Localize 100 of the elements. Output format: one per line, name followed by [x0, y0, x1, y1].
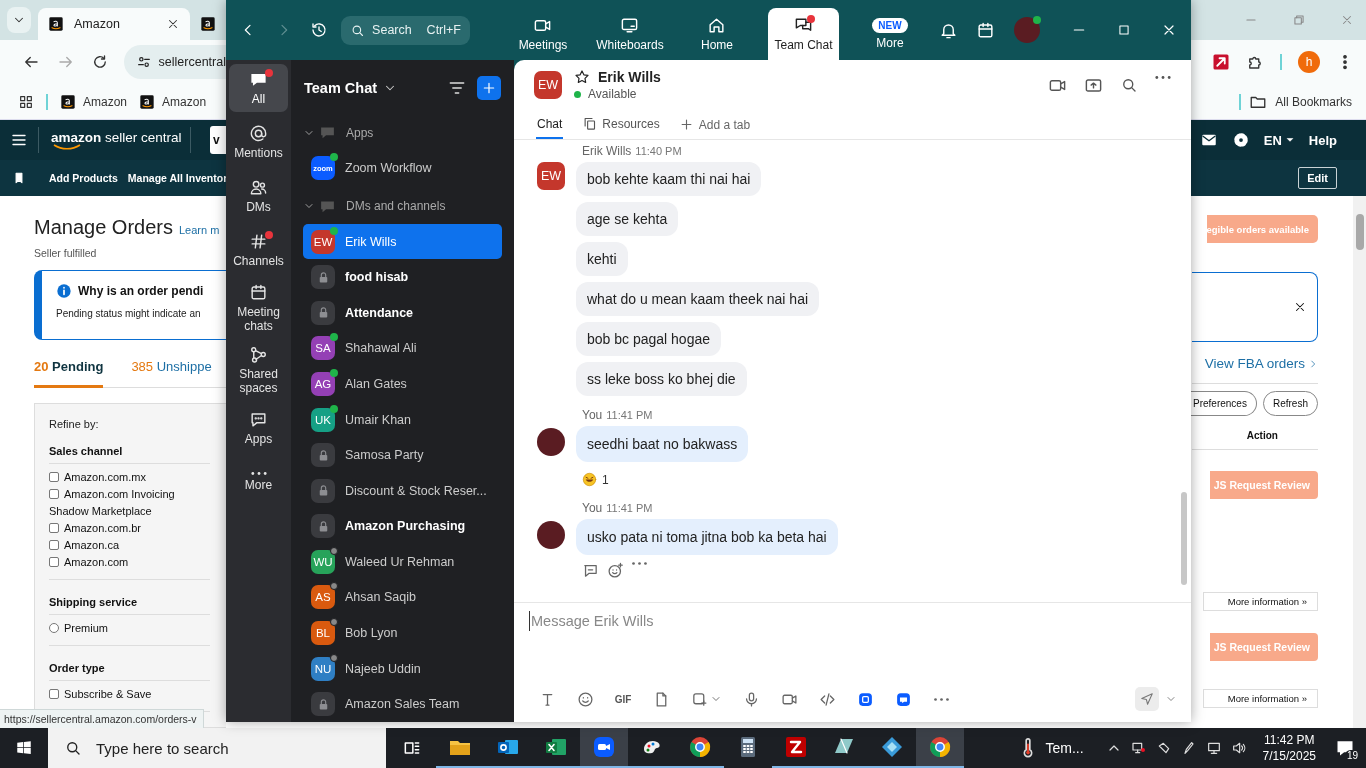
chat-tab[interactable]: Resources: [581, 110, 661, 139]
star-icon[interactable]: [574, 69, 590, 85]
taskbar-app[interactable]: [916, 728, 964, 768]
learn-more-link[interactable]: Learn m: [178, 224, 220, 236]
filter-option[interactable]: Subscribe & Save: [49, 686, 199, 703]
toolbar-button[interactable]: Preferences: [1191, 391, 1257, 416]
taskbar-app[interactable]: [580, 728, 628, 768]
reply-icon[interactable]: [582, 562, 599, 579]
chat-list-item[interactable]: UK Umair Khan: [303, 401, 502, 438]
chat-list-item[interactable]: AS Ahsan Saqib: [303, 579, 502, 616]
nav-tab[interactable]: Meetings: [503, 8, 583, 60]
filter-option[interactable]: Amazon.com: [49, 554, 199, 571]
more-information-button[interactable]: More information »: [1202, 592, 1318, 611]
chat-list-item[interactable]: WU Waleed Ur Rehman: [303, 544, 502, 580]
new-chat-button[interactable]: [477, 76, 501, 100]
section-header[interactable]: Apps: [291, 117, 514, 149]
chat-list-item[interactable]: Amazon Sales Team: [303, 686, 502, 722]
bookmark-link[interactable]: Amazon: [139, 93, 207, 110]
more-icon[interactable]: [933, 697, 949, 701]
code-icon[interactable]: [818, 690, 836, 708]
checkbox[interactable]: [49, 472, 59, 482]
language-menu[interactable]: EN: [1263, 132, 1295, 148]
nav-tab[interactable]: Team Chat: [768, 8, 839, 60]
chat-list-item[interactable]: Amazon Purchasing: [303, 508, 502, 545]
filter-option[interactable]: Amazon.ca: [49, 537, 199, 554]
more-icon[interactable]: [1155, 75, 1171, 79]
app-square-icon[interactable]: [856, 690, 874, 708]
chat-list-item[interactable]: NU Najeeb Uddin: [303, 650, 502, 687]
settings-icon[interactable]: [1231, 131, 1250, 149]
volume-icon[interactable]: [1230, 740, 1247, 756]
section-header[interactable]: DMs and channels: [291, 190, 514, 222]
browser-tab[interactable]: Amazon: [38, 8, 190, 40]
checkbox[interactable]: [49, 523, 59, 533]
scrollbar[interactable]: [1181, 492, 1187, 585]
add-tab-button[interactable]: Add a tab: [678, 110, 751, 139]
taskbar-search-field[interactable]: Type here to search: [48, 728, 386, 768]
site-settings-icon[interactable]: [135, 54, 152, 70]
search-field[interactable]: Search Ctrl+F: [341, 15, 470, 45]
search-field[interactable]: v: [210, 126, 226, 154]
chat-tab[interactable]: Chat: [536, 110, 564, 139]
filter-option[interactable]: Amazon.com.mx: [49, 469, 199, 486]
windows-start-icon[interactable]: [15, 739, 33, 757]
history-icon[interactable]: [310, 21, 329, 39]
send-button[interactable]: [1135, 687, 1159, 711]
filter-option[interactable]: Amazon.com.br: [49, 520, 199, 537]
sidebar-item[interactable]: Meeting chats: [229, 280, 288, 336]
help-link[interactable]: Help: [1308, 132, 1337, 148]
chat-app-icon[interactable]: [894, 690, 912, 708]
sidebar-item[interactable]: All: [229, 64, 288, 112]
chat-list-item[interactable]: AG Alan Gates: [303, 366, 502, 402]
sender-avatar[interactable]: EW: [537, 162, 565, 190]
nav-tab[interactable]: Whiteboards: [583, 8, 677, 60]
all-bookmarks-link[interactable]: All Bookmarks: [1275, 94, 1352, 109]
fba-orders-link[interactable]: View FBA orders: [1204, 356, 1318, 371]
network-icon[interactable]: [1205, 740, 1222, 756]
arrow-extension-icon[interactable]: [1212, 53, 1230, 71]
order-tab[interactable]: 20 Pending: [34, 356, 104, 388]
more-icon[interactable]: [632, 562, 647, 565]
chat-list-item[interactable]: Discount & Stock Reser...: [303, 472, 502, 509]
chat-list-item[interactable]: food hisab: [303, 259, 502, 295]
nav-tab[interactable]: NEW More: [850, 8, 930, 60]
notification-button[interactable]: 19: [1330, 733, 1360, 763]
user-avatar[interactable]: [537, 521, 565, 549]
monitor-alert-icon[interactable]: [1130, 740, 1147, 756]
maximize-icon[interactable]: [1116, 23, 1131, 37]
checkbox[interactable]: [49, 689, 59, 699]
emoji-icon[interactable]: [576, 690, 594, 708]
nav-tab[interactable]: Home: [677, 8, 757, 60]
toolbar-button[interactable]: Refresh: [1262, 391, 1318, 416]
sidebar-item[interactable]: Shared spaces: [229, 342, 288, 398]
nav-link[interactable]: Manage All Inventor: [127, 172, 228, 184]
order-tab[interactable]: 385 Unshippe: [131, 356, 212, 388]
calendar-icon[interactable]: [976, 20, 995, 40]
more-icon[interactable]: [250, 472, 267, 475]
sidebar-item[interactable]: More: [229, 458, 288, 506]
checkbox[interactable]: [49, 489, 59, 499]
list-title[interactable]: Team Chat: [304, 80, 378, 96]
chat-list-item[interactable]: SA Shahawal Ali: [303, 330, 502, 367]
chat-list-item[interactable]: Attendance: [303, 295, 502, 331]
apps-grid-icon[interactable]: [18, 93, 34, 110]
seller-central-logo[interactable]: amazon seller central: [51, 130, 182, 146]
nav-link[interactable]: Add Products: [49, 172, 118, 184]
scrollbar[interactable]: [1352, 196, 1366, 728]
bookmark-icon[interactable]: [12, 171, 26, 185]
radio-button[interactable]: [49, 623, 59, 633]
weather-text[interactable]: Tem...: [1045, 740, 1084, 756]
gif-button[interactable]: GIF: [604, 693, 642, 705]
checkbox[interactable]: [49, 557, 59, 567]
chat-list-item[interactable]: Samosa Party: [303, 437, 502, 473]
message-input[interactable]: Message Erik Wills: [529, 611, 1175, 631]
sidebar-item[interactable]: Channels: [229, 226, 288, 274]
sidebar-item[interactable]: Mentions: [229, 118, 288, 166]
chat-list-item[interactable]: EW Erik Wills: [303, 223, 502, 260]
chat-list-item[interactable]: BL Bob Lyon: [303, 615, 502, 651]
filter-option[interactable]: Amazon.com Invoicing Shadow Marketplace: [49, 486, 199, 520]
sidebar-item[interactable]: Apps: [229, 404, 288, 452]
address-bar[interactable]: sellercentral: [123, 45, 226, 79]
add-reaction-icon[interactable]: [607, 562, 624, 579]
user-avatar[interactable]: [537, 428, 565, 456]
filter-option[interactable]: Premium: [49, 620, 199, 637]
